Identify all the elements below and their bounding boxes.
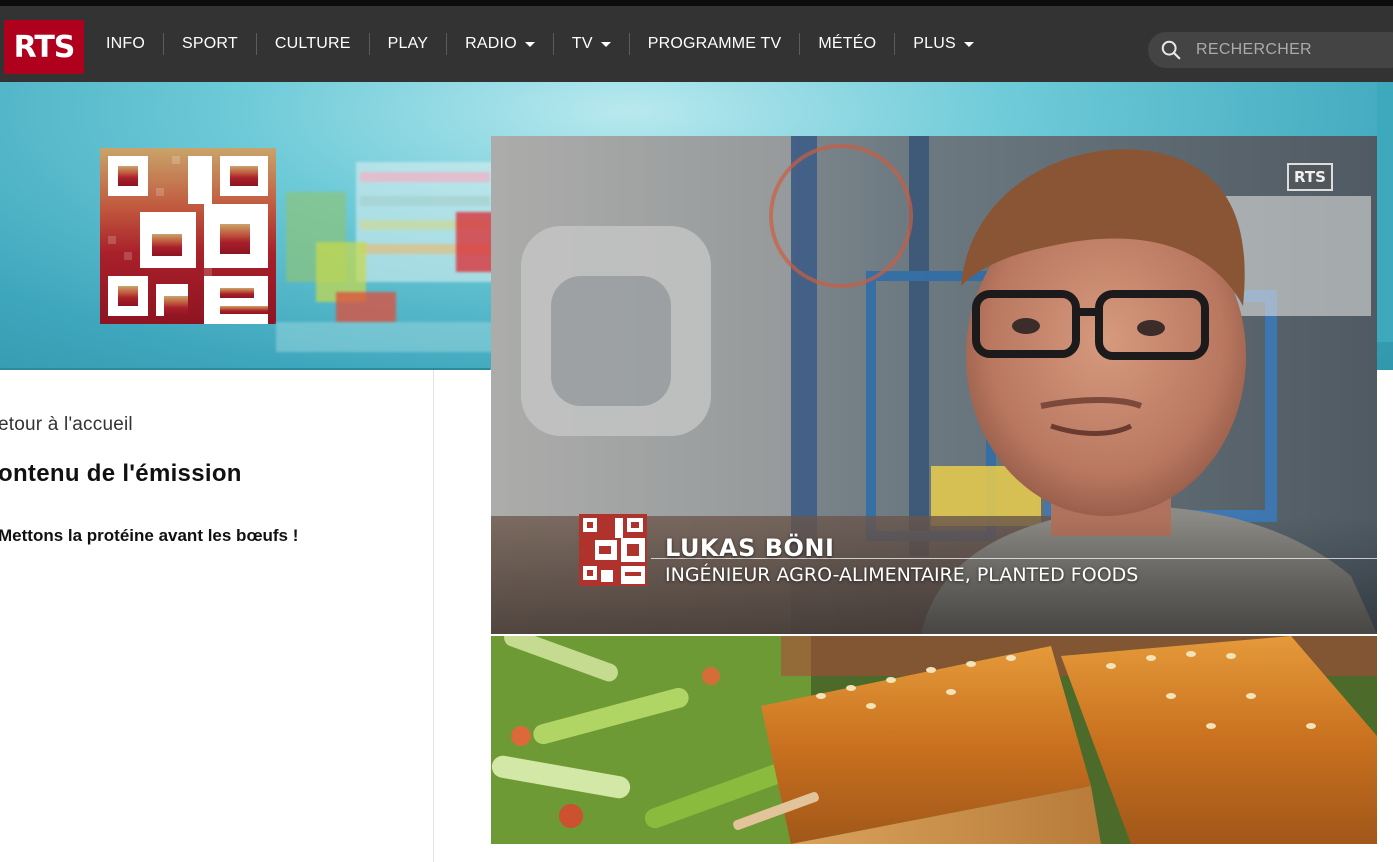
search-icon[interactable] <box>1160 39 1182 61</box>
banner-pixel-scene <box>276 162 496 352</box>
nav-item-tv[interactable]: TV <box>554 33 630 55</box>
nav-item-label: RADIO <box>465 35 517 52</box>
nav-item-label: MÉTÉO <box>818 35 877 52</box>
search-box[interactable] <box>1148 32 1393 68</box>
lower-third-name: LUKAS BÖNI <box>665 534 835 562</box>
nav-item-plus[interactable]: PLUS <box>895 33 992 55</box>
lower-third-role: INGÉNIEUR AGRO-ALIMENTAIRE, PLANTED FOOD… <box>665 564 1139 586</box>
nav-item-radio[interactable]: RADIO <box>447 33 554 55</box>
nav-item-label: CULTURE <box>274 35 351 52</box>
nav-item-meteo[interactable]: MÉTÉO <box>800 33 896 55</box>
nav-item-info[interactable]: INFO <box>88 33 165 55</box>
main-menu: INFO SPORT CULTURE PLAY RADIO TV PROGRAM… <box>88 6 992 82</box>
nav-item-culture[interactable]: CULTURE <box>257 33 370 55</box>
nav-item-play[interactable]: PLAY <box>370 33 448 55</box>
abe-show-logo <box>100 148 276 324</box>
nav-item-label: TV <box>571 35 593 52</box>
top-navigation-bar: RTS INFO SPORT CULTURE PLAY RADIO TV PRO… <box>0 0 1393 82</box>
video-frame[interactable]: RTS LUKAS BÖNI INGÉNIEUR AGRO-ALIMENTAIR… <box>491 136 1377 634</box>
chevron-down-icon <box>963 41 974 47</box>
chevron-down-icon <box>600 41 611 47</box>
nav-item-label: INFO <box>106 35 146 52</box>
food-image[interactable] <box>491 636 1377 844</box>
left-sidebar: etour à l'accueil ontenu de l'émission M… <box>0 370 434 862</box>
nav-item-label: PLUS <box>913 35 956 52</box>
banner-edge <box>1377 82 1393 342</box>
back-to-home-link[interactable]: etour à l'accueil <box>0 414 133 436</box>
topic-link[interactable]: Mettons la protéine avant les bœufs ! <box>0 526 298 546</box>
search-input[interactable] <box>1194 40 1384 60</box>
nav-item-label: PLAY <box>387 35 429 52</box>
chevron-down-icon <box>524 41 535 47</box>
nav-item-programme-tv[interactable]: PROGRAMME TV <box>630 33 801 55</box>
rts-logo[interactable]: RTS <box>4 20 84 74</box>
nav-item-label: PROGRAMME TV <box>647 35 782 52</box>
section-title: ontenu de l'émission <box>0 460 242 487</box>
abe-lower-third-logo <box>579 514 647 586</box>
nav-item-sport[interactable]: SPORT <box>164 33 257 55</box>
nav-item-label: SPORT <box>182 35 238 52</box>
tofu-salad-image <box>491 636 1377 844</box>
rts-logo-text: RTS <box>13 29 76 65</box>
rts-watermark: RTS <box>1287 163 1333 191</box>
